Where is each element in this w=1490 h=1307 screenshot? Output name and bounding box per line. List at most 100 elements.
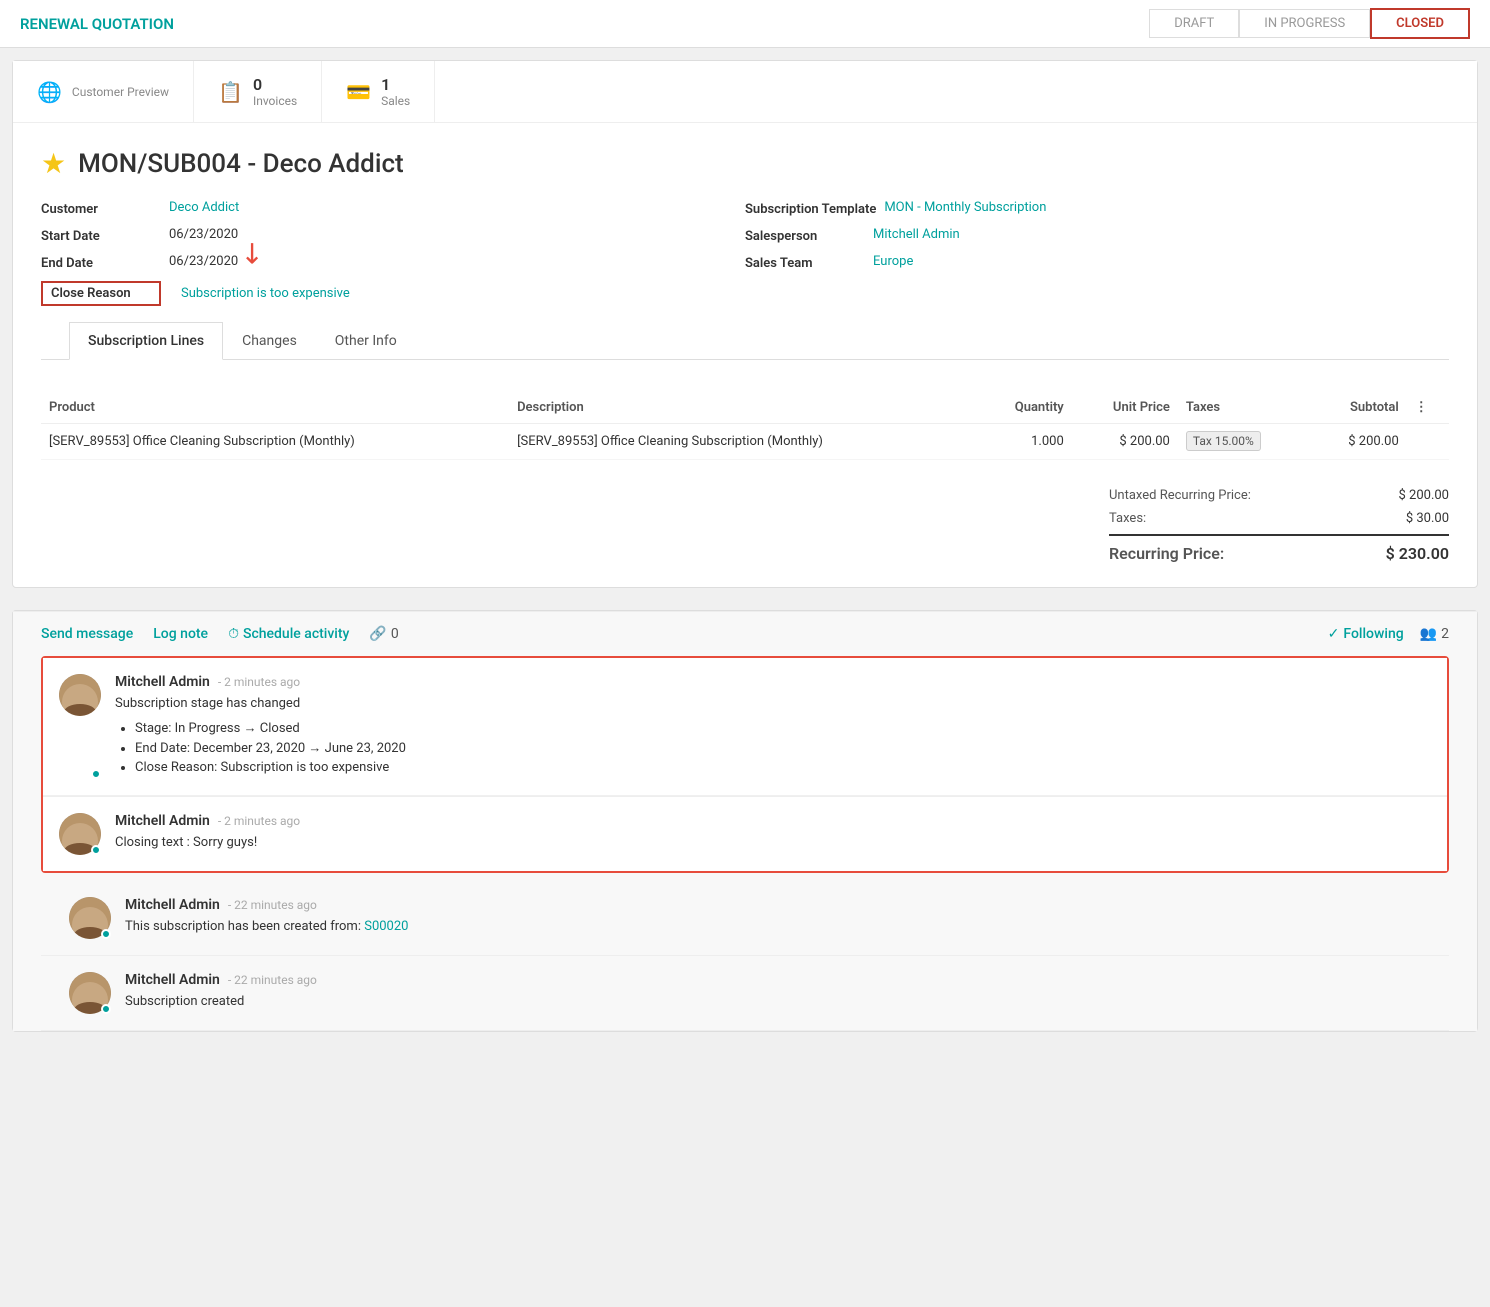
sales-button[interactable]: 💳 1 Sales — [322, 61, 435, 122]
cell-subtotal: $ 200.00 — [1310, 424, 1407, 460]
cell-description: [SERV_89553] Office Cleaning Subscriptio… — [509, 424, 977, 460]
col-header-quantity: Quantity — [977, 392, 1072, 424]
sales-team-field: Sales Team Europe — [745, 254, 1449, 271]
cell-unit-price: $ 200.00 — [1072, 424, 1178, 460]
tabs-bar: Subscription Lines Changes Other Info — [41, 322, 1449, 360]
cell-menu — [1407, 424, 1449, 460]
tax-badge: Tax 15.00% — [1186, 431, 1261, 451]
totals-table: Untaxed Recurring Price: $ 200.00 Taxes:… — [1109, 484, 1449, 567]
section-divider — [0, 600, 1490, 610]
step-draft[interactable]: DRAFT — [1149, 9, 1239, 38]
tab-changes[interactable]: Changes — [223, 322, 316, 360]
message-author-4: Mitchell Admin — [125, 972, 220, 988]
record-title: ★ MON/SUB004 - Deco Addict — [41, 147, 1449, 180]
tab-other-info[interactable]: Other Info — [316, 322, 416, 360]
s00020-link[interactable]: S00020 — [364, 919, 408, 934]
taxes-label: Taxes: — [1109, 511, 1146, 526]
close-reason-label: Close Reason — [41, 281, 161, 306]
clock-icon: ⏱ — [228, 626, 239, 642]
list-item: End Date: December 23, 2020 → June 23, 2… — [135, 740, 1431, 756]
invoices-label: Invoices — [253, 94, 297, 108]
close-reason-value[interactable]: Subscription is too expensive — [181, 286, 350, 301]
smart-buttons-bar: 🌐 Customer Preview 📋 0 Invoices 💳 1 Sale… — [13, 61, 1477, 123]
message-item-4: Mitchell Admin - 22 minutes ago Subscrip… — [41, 956, 1449, 1031]
message-time-1: - 2 minutes ago — [218, 675, 300, 689]
send-message-button[interactable]: Send message — [41, 626, 133, 642]
record-name: MON/SUB004 - Deco Addict — [78, 149, 404, 179]
globe-icon: 🌐 — [37, 80, 62, 104]
step-in-progress[interactable]: IN PROGRESS — [1239, 9, 1370, 38]
lines-table: Product Description Quantity Unit Price … — [41, 392, 1449, 460]
subscription-template-label: Subscription Template — [745, 200, 876, 217]
online-indicator-1 — [91, 769, 101, 779]
online-indicator-2 — [91, 845, 101, 855]
invoices-count: 0 — [253, 75, 297, 94]
message-header-1: Mitchell Admin - 2 minutes ago — [115, 674, 1431, 690]
sales-team-value[interactable]: Europe — [873, 254, 913, 269]
customer-field: Customer Deco Addict — [41, 200, 745, 217]
fields-right: Subscription Template MON - Monthly Subs… — [745, 200, 1449, 306]
message-header-2: Mitchell Admin - 2 minutes ago — [115, 813, 1431, 829]
avatar-1 — [59, 674, 101, 716]
untaxed-value: $ 200.00 — [1369, 488, 1449, 503]
customer-value[interactable]: Deco Addict — [169, 200, 239, 215]
col-header-taxes: Taxes — [1178, 392, 1310, 424]
message-content-3: Mitchell Admin - 22 minutes ago This sub… — [125, 897, 1421, 939]
invoice-icon: 📋 — [218, 80, 243, 104]
customer-preview-label: Customer Preview — [72, 85, 169, 99]
subscription-template-value[interactable]: MON - Monthly Subscription — [884, 200, 1046, 215]
step-closed[interactable]: CLOSED — [1370, 8, 1470, 39]
message-author-1: Mitchell Admin — [115, 674, 210, 690]
start-date-value: 06/23/2020 — [169, 227, 238, 242]
attachments-count: 🔗 0 — [369, 626, 398, 642]
sales-label: Sales — [381, 94, 410, 108]
customer-preview-button[interactable]: 🌐 Customer Preview — [13, 61, 194, 122]
col-header-menu[interactable]: ⋮ — [1407, 392, 1449, 424]
message-body-2: Closing text : Sorry guys! — [115, 833, 1431, 853]
invoices-button[interactable]: 📋 0 Invoices — [194, 61, 322, 122]
message-content-4: Mitchell Admin - 22 minutes ago Subscrip… — [125, 972, 1421, 1014]
col-header-description: Description — [509, 392, 977, 424]
message-author-2: Mitchell Admin — [115, 813, 210, 829]
taxes-row: Taxes: $ 30.00 — [1109, 507, 1449, 530]
form-header: ★ MON/SUB004 - Deco Addict Customer Deco… — [13, 123, 1477, 376]
end-date-field: End Date 06/23/2020 — [41, 254, 745, 271]
message-list-1: Stage: In Progress → Closed End Date: De… — [135, 720, 1431, 775]
start-date-label: Start Date — [41, 227, 161, 244]
page-title: RENEWAL QUOTATION — [20, 15, 174, 33]
col-header-product: Product — [41, 392, 509, 424]
recurring-label: Recurring Price: — [1109, 544, 1224, 563]
fields-left: Customer Deco Addict Start Date 06/23/20… — [41, 200, 745, 306]
message-content-1: Mitchell Admin - 2 minutes ago Subscript… — [115, 674, 1431, 779]
top-bar: RENEWAL QUOTATION DRAFT IN PROGRESS CLOS… — [0, 0, 1490, 48]
message-time-3: - 22 minutes ago — [228, 898, 317, 912]
paperclip-icon: 🔗 — [369, 626, 386, 642]
message-author-3: Mitchell Admin — [125, 897, 220, 913]
sales-icon: 💳 — [346, 80, 371, 104]
message-time-4: - 22 minutes ago — [228, 973, 317, 987]
table-row: [SERV_89553] Office Cleaning Subscriptio… — [41, 424, 1449, 460]
salesperson-value[interactable]: Mitchell Admin — [873, 227, 960, 242]
list-item: Close Reason: Subscription is too expens… — [135, 760, 1431, 775]
following-button[interactable]: ✓ Following — [1328, 626, 1404, 642]
log-note-button[interactable]: Log note — [153, 626, 208, 642]
message-item-1: Mitchell Admin - 2 minutes ago Subscript… — [43, 658, 1447, 796]
recurring-value: $ 230.00 — [1369, 544, 1449, 563]
tab-subscription-lines[interactable]: Subscription Lines — [69, 322, 223, 360]
followers-count: 👥 2 — [1420, 626, 1449, 642]
people-icon: 👥 — [1420, 626, 1437, 642]
salesperson-field: Salesperson Mitchell Admin — [745, 227, 1449, 244]
message-feed: Mitchell Admin - 2 minutes ago Subscript… — [13, 656, 1477, 1031]
schedule-activity-button[interactable]: ⏱ Schedule activity — [228, 626, 349, 642]
totals-section: Untaxed Recurring Price: $ 200.00 Taxes:… — [13, 476, 1477, 587]
chatter-actions: Send message Log note ⏱ Schedule activit… — [41, 626, 399, 642]
avatar-container-4 — [69, 972, 111, 1014]
star-icon[interactable]: ★ — [41, 147, 66, 180]
col-header-subtotal: Subtotal — [1310, 392, 1407, 424]
start-date-field: Start Date 06/23/2020 — [41, 227, 745, 244]
online-indicator-4 — [101, 1004, 111, 1014]
message-group-1: Mitchell Admin - 2 minutes ago Subscript… — [41, 656, 1449, 873]
main-content: 🌐 Customer Preview 📋 0 Invoices 💳 1 Sale… — [12, 60, 1478, 588]
status-steps: DRAFT IN PROGRESS CLOSED — [1149, 8, 1470, 39]
sales-team-label: Sales Team — [745, 254, 865, 271]
